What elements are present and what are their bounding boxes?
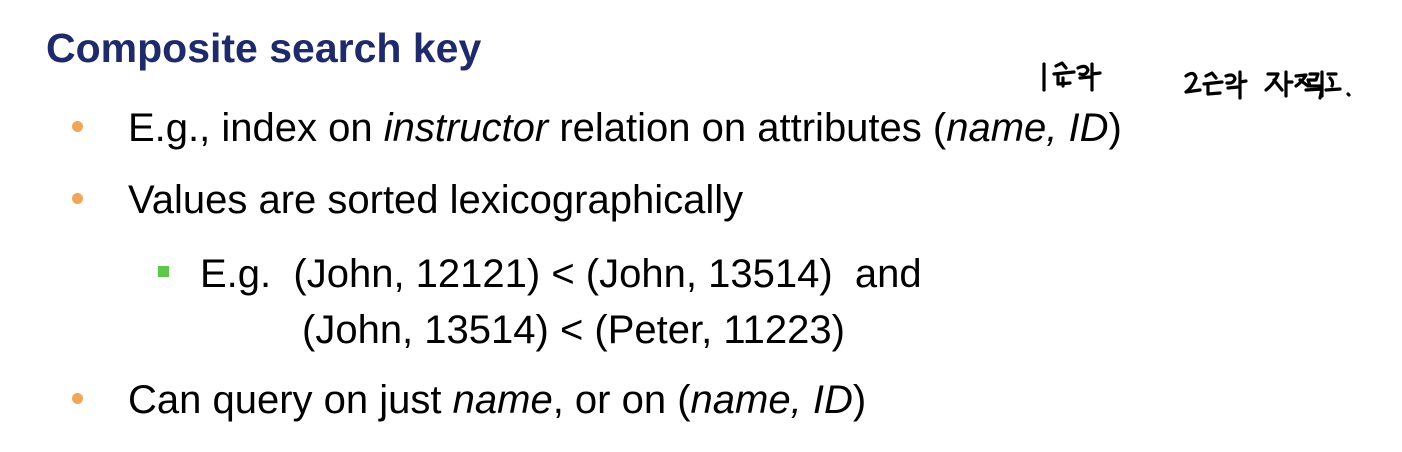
bullet-text: E.g., index on <box>128 106 384 150</box>
bullet-item-sorted-lexicographically: Values are sorted lexicographically <box>128 178 743 222</box>
bullet-text-italic: instructor <box>383 106 549 150</box>
bullet-text: Values are sorted lexicographically <box>128 178 744 222</box>
bullet-text-italic: name <box>452 378 553 422</box>
bullet-dot-icon <box>72 193 83 204</box>
bullet-dot-icon <box>72 121 83 132</box>
bullet-text-italic: name, ID <box>946 106 1109 150</box>
slide-title: Composite search key <box>46 25 482 71</box>
bullet-text: Can query on just <box>128 378 453 422</box>
bullet-text: ) <box>1108 106 1122 150</box>
sub-bullet-example-line-2: (John, 13514) < (Peter, 11223) <box>302 308 845 352</box>
bullet-item-query-on-name: Can query on just name, or on (name, ID) <box>128 378 866 422</box>
bullet-text: , or on ( <box>552 378 691 422</box>
bullet-text: relation on attributes ( <box>548 106 947 150</box>
sub-bullet-text: E.g. (John, 12121) < (John, 13514) and <box>200 252 922 296</box>
sub-bullet-text: (John, 13514) < (Peter, 11223) <box>302 308 845 352</box>
bullet-item-index-on-instructor: E.g., index on instructor relation on at… <box>128 106 1122 150</box>
bullet-dot-icon <box>72 393 83 404</box>
bullet-square-icon <box>158 266 169 277</box>
bullet-text: ) <box>852 378 867 422</box>
handwritten-note-first-priority <box>1040 60 1110 96</box>
slide: Composite search key E.g., index on inst… <box>0 0 1402 452</box>
handwritten-note-second-priority-sort <box>1182 68 1360 104</box>
sub-bullet-example-line-1: E.g. (John, 12121) < (John, 13514) and <box>200 252 922 296</box>
bullet-text-italic: name, ID <box>690 378 853 422</box>
